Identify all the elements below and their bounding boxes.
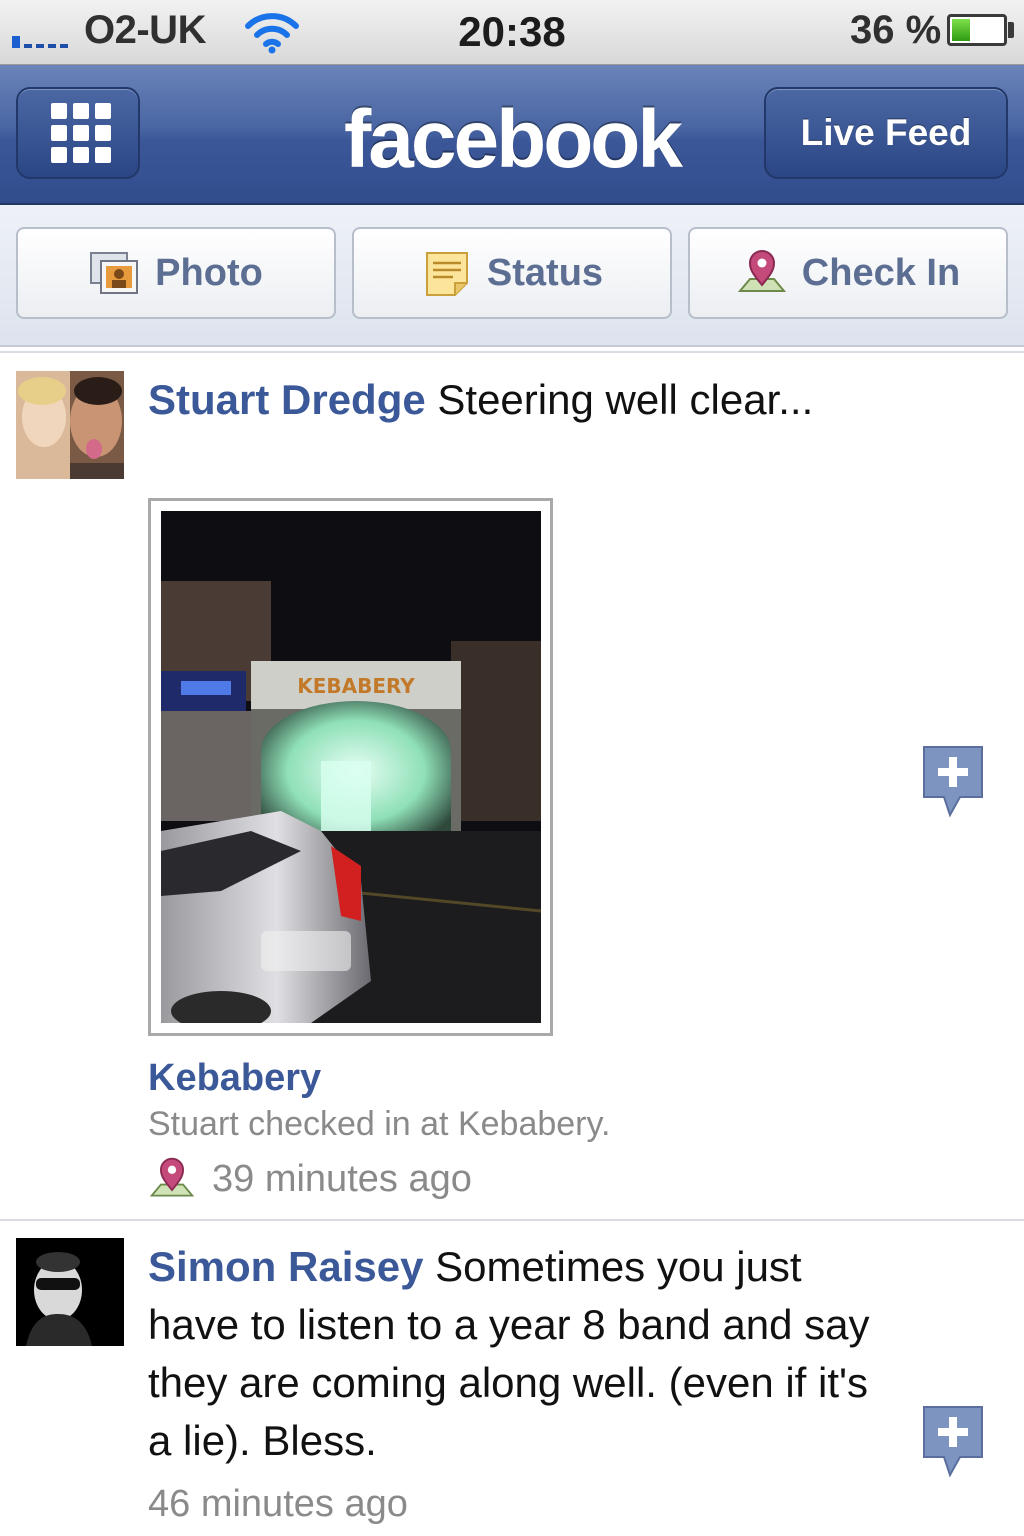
feed-divider (0, 351, 1024, 353)
publisher-bar: Photo Status Check In (0, 205, 1024, 347)
status-bar: O2-UK 20:38 36 % (0, 0, 1024, 65)
battery-tip (1008, 22, 1014, 38)
photo-icon (90, 252, 139, 294)
avatar[interactable] (16, 1238, 124, 1346)
photo-button-label: Photo (155, 251, 263, 294)
place-subtitle: Stuart checked in at Kebabery. (148, 1105, 611, 1143)
battery-level-fill (952, 19, 970, 41)
story-text: Stuart Dredge Steering well clear... (148, 371, 898, 429)
author-name[interactable]: Simon Raisey (148, 1243, 423, 1290)
checkin-pin-icon (149, 1157, 195, 1197)
story-timestamp: 39 minutes ago (212, 1158, 472, 1200)
story-timestamp: 46 minutes ago (148, 1483, 408, 1525)
status-note-icon (425, 252, 468, 296)
nav-bar: facebook Live Feed (0, 65, 1024, 205)
story-photo[interactable]: KEBABERY (148, 498, 553, 1036)
photo-button[interactable]: Photo (16, 227, 336, 319)
feed-story: Stuart Dredge Steering well clear... KEB… (0, 355, 1024, 1220)
check-in-button[interactable]: Check In (688, 227, 1008, 319)
author-name[interactable]: Stuart Dredge (148, 376, 426, 423)
live-feed-button[interactable]: Live Feed (764, 87, 1008, 179)
check-in-button-label: Check In (801, 251, 961, 294)
status-button-label: Status (486, 251, 604, 294)
shop-sign-text: KEBABERY (297, 674, 415, 698)
status-button[interactable]: Status (352, 227, 672, 319)
feed-story: Simon Raisey Sometimes you just have to … (0, 1221, 1024, 1536)
kebab-shop-photo: KEBABERY (161, 511, 541, 1023)
avatar[interactable] (16, 371, 124, 479)
add-comment-icon[interactable] (920, 743, 986, 819)
avatar-photo (16, 1238, 124, 1346)
story-text: Simon Raisey Sometimes you just have to … (148, 1238, 898, 1470)
story-message: Steering well clear... (425, 376, 814, 423)
battery-icon (947, 14, 1007, 46)
add-comment-icon[interactable] (920, 1403, 986, 1479)
battery-percent: 36 % (850, 8, 942, 52)
checkin-pin-icon (737, 250, 786, 292)
place-name-link[interactable]: Kebabery (148, 1057, 321, 1100)
avatar-photo (16, 371, 124, 479)
